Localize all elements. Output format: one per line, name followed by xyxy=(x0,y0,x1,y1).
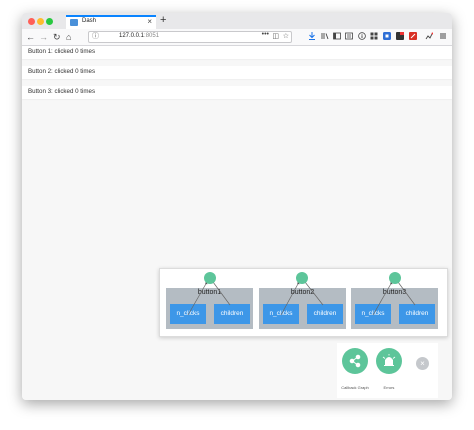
button3[interactable]: Button 3: clicked 0 times xyxy=(22,86,452,99)
library-icon[interactable] xyxy=(321,32,329,40)
close-devtools-icon[interactable]: × xyxy=(416,357,429,370)
navigation-bar: ← → ↻ ⌂ ⓘ 127.0.0.1:8051 ••• ◫ ☆ xyxy=(22,29,452,46)
edge-button1-out xyxy=(212,281,231,306)
extension-blue-icon[interactable] xyxy=(383,32,391,40)
reload-icon[interactable]: ↻ xyxy=(53,31,61,43)
browser-window: Dash × + ← → ↻ ⌂ ⓘ 127.0.0.1:8051 ••• ◫ … xyxy=(22,13,452,400)
button1[interactable]: Button 1: clicked 0 times xyxy=(22,46,452,59)
errors-bell-icon xyxy=(382,354,396,366)
minimize-window-button[interactable] xyxy=(37,18,44,25)
dash-favicon-icon xyxy=(70,19,78,26)
tab-dash[interactable]: Dash × xyxy=(66,15,156,29)
bookmark-star-icon[interactable]: ☆ xyxy=(283,32,289,42)
extension-red-icon[interactable] xyxy=(409,32,417,40)
close-window-button[interactable] xyxy=(28,18,35,25)
devtools-panel: Callback Graph Errors × xyxy=(337,343,438,398)
errors-button[interactable] xyxy=(376,348,402,374)
maximize-window-button[interactable] xyxy=(46,18,53,25)
callback-node-3 xyxy=(389,272,401,284)
page-actions-icon[interactable]: ••• xyxy=(262,31,269,38)
pocket-icon[interactable]: ◫ xyxy=(272,32,279,42)
callback-node-2 xyxy=(296,272,308,284)
edge-button2-in xyxy=(280,281,300,316)
url-text: 127.0.0.1:8051 xyxy=(119,33,159,39)
edge-button1-in xyxy=(187,281,208,316)
edge-button3-out xyxy=(397,281,416,306)
url-host: 127.0.0.1 xyxy=(119,33,145,39)
back-icon[interactable]: ← xyxy=(26,31,35,43)
tab-bar: Dash × + xyxy=(22,13,452,29)
grid-icon[interactable] xyxy=(370,32,378,40)
callback-graph: button1 n_clicks children button2 n_clic… xyxy=(159,268,448,337)
extension-badge-icon[interactable] xyxy=(396,32,404,40)
download-icon[interactable] xyxy=(308,32,316,40)
close-tab-icon[interactable]: × xyxy=(147,17,152,27)
forward-icon[interactable]: → xyxy=(39,31,48,43)
errors-label: Errors xyxy=(383,385,395,390)
edge-button3-in xyxy=(372,281,393,316)
callback-graph-button[interactable] xyxy=(342,348,368,374)
reader-icon[interactable] xyxy=(345,32,353,40)
callback-edges xyxy=(187,272,416,316)
url-bar[interactable]: ⓘ 127.0.0.1:8051 ••• ◫ ☆ xyxy=(88,31,292,43)
tab-title: Dash xyxy=(82,18,97,24)
edge-button2-out xyxy=(304,281,324,306)
button1-label: Button 1: clicked 0 times xyxy=(28,48,96,55)
callback-node-1 xyxy=(204,272,216,284)
button2-label: Button 2: clicked 0 times xyxy=(28,68,96,75)
button3-label: Button 3: clicked 0 times xyxy=(28,88,96,95)
info-icon[interactable] xyxy=(358,32,366,40)
share-icon xyxy=(349,354,361,368)
site-info-icon[interactable]: ⓘ xyxy=(92,32,99,42)
menu-icon[interactable] xyxy=(439,32,447,40)
extensions-icon[interactable] xyxy=(425,32,433,40)
new-tab-button[interactable]: + xyxy=(160,14,166,27)
home-icon[interactable]: ⌂ xyxy=(66,31,71,43)
sidebar-icon[interactable] xyxy=(333,32,341,40)
button2[interactable]: Button 2: clicked 0 times xyxy=(22,66,452,79)
url-port: :8051 xyxy=(144,33,160,39)
